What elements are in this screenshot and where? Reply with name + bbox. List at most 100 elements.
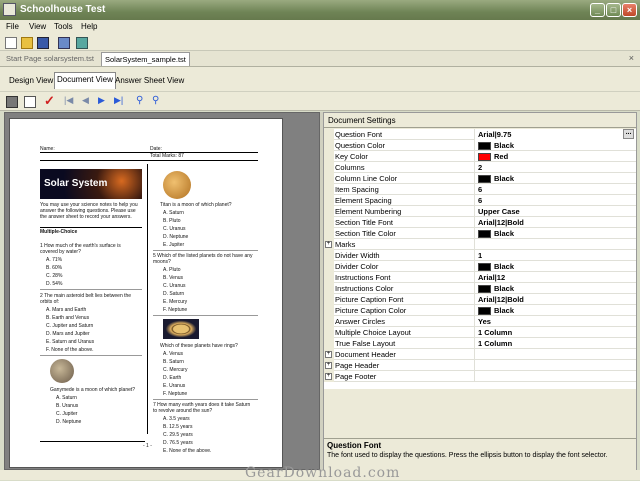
open-folder-icon[interactable] [21,37,33,49]
property-grid: Question Font Arial|9.75... Question Color… [324,129,636,389]
property-value-text: Black [494,284,515,293]
tab-answer-sheet-view[interactable]: Answer Sheet View [113,74,186,89]
first-page-icon[interactable]: |◀ [64,95,76,107]
property-row[interactable]: Answer Circles Yes [324,316,636,327]
answer-option: D. Neptune [163,234,189,240]
property-value[interactable]: 1 Column [474,338,636,349]
ellipsis-button[interactable]: ... [623,129,634,139]
last-page-icon[interactable]: ▶| [114,95,126,107]
property-value[interactable]: Yes [474,316,636,327]
tab-solarsystem-sample[interactable]: SolarSystem_sample.tst [101,52,190,66]
tab-solarsystem[interactable]: solarsystem.tst [44,54,94,63]
menu-help[interactable]: Help [81,22,97,31]
property-value-text: 1 [478,251,483,260]
property-value[interactable]: 6 [474,184,636,195]
answer-option: C. 29.5 years [163,432,193,438]
property-row[interactable]: Picture Caption Color Black [324,305,636,316]
property-value[interactable] [474,360,636,371]
zoom-in-icon[interactable]: ⚲ [136,95,148,107]
save-all-icon[interactable] [58,37,70,49]
property-value[interactable] [474,371,636,382]
property-row[interactable]: Picture Caption Font Arial|12|Bold [324,294,636,305]
answer-option: F. Neptune [163,391,188,397]
property-row[interactable]: Instructions Color Black [324,283,636,294]
property-row[interactable]: Element Numbering Upper Case [324,206,636,217]
property-name: Section Title Color [335,229,396,238]
property-value[interactable]: Black [474,228,636,239]
property-value-text: 6 [478,185,483,194]
new-file-icon[interactable] [5,37,17,49]
description-title: Question Font [327,441,382,450]
maximize-button[interactable]: □ [606,3,621,17]
property-value[interactable]: 6 [474,195,636,206]
property-row[interactable]: Question Font Arial|9.75... [324,129,636,140]
answer-option: C. Jupiter [56,411,78,417]
expand-icon[interactable]: + [325,351,332,358]
property-value[interactable]: 1 [474,250,636,261]
answer-option: D. 54% [46,281,63,287]
property-value[interactable]: Upper Case [474,206,636,217]
property-value[interactable]: Arial|12|Bold [474,294,636,305]
property-value[interactable]: Arial|9.75... [474,129,636,140]
property-value[interactable]: Red [474,151,636,162]
minimize-button[interactable]: _ [590,3,605,17]
property-value[interactable]: 1 Column [474,327,636,338]
property-row[interactable]: + Marks [324,239,636,250]
property-row[interactable]: Question Color Black [324,140,636,151]
property-value[interactable]: Arial|12 [474,272,636,283]
tab-start-page[interactable]: Start Page [6,54,41,63]
property-row[interactable]: Instructions Font Arial|12 [324,272,636,283]
checkmark-icon[interactable]: ✓ [44,94,56,107]
close-tab-icon[interactable]: × [629,53,634,63]
row-margin [324,228,334,239]
property-value[interactable]: 2 [474,162,636,173]
property-value[interactable]: Arial|12|Bold [474,217,636,228]
property-row[interactable]: Section Title Font Arial|12|Bold [324,217,636,228]
property-value[interactable] [474,349,636,360]
refresh-icon[interactable] [76,37,88,49]
question-4: Titan is a moon of which planet? [160,202,232,208]
answer-option: E. Jupiter [163,242,185,248]
property-value[interactable]: Black [474,283,636,294]
tab-document-view[interactable]: Document View [54,72,116,89]
property-row[interactable]: Item Spacing 6 [324,184,636,195]
save-icon[interactable] [37,37,49,49]
property-row[interactable]: Divider Width 1 [324,250,636,261]
property-row[interactable]: Key Color Red [324,151,636,162]
print-icon[interactable] [6,96,18,108]
property-value[interactable]: Black [474,305,636,316]
document-preview[interactable]: Name: Date: Total Marks: 87 Solar System… [4,112,320,470]
property-name: Page Header [335,361,380,370]
property-row[interactable]: Element Spacing 6 [324,195,636,206]
property-value[interactable] [474,239,636,250]
property-name: Question Font [335,130,383,139]
property-row[interactable]: + Page Header [324,360,636,371]
expand-icon[interactable]: + [325,373,332,380]
close-button[interactable]: × [622,3,637,17]
property-value[interactable]: Black [474,173,636,184]
property-value[interactable]: Black [474,140,636,151]
property-row[interactable]: + Page Footer [324,371,636,382]
prev-page-icon[interactable]: ◀ [82,95,94,107]
menu-tools[interactable]: Tools [54,22,73,31]
tab-design-view[interactable]: Design View [7,74,55,89]
property-row[interactable]: Section Title Color Black [324,228,636,239]
page-setup-icon[interactable] [24,96,36,108]
answer-option: D. 76.5 years [163,440,193,446]
property-row[interactable]: Column Line Color Black [324,173,636,184]
column-divider [147,164,148,434]
next-page-icon[interactable]: ▶ [98,95,110,107]
property-value[interactable]: Black [474,261,636,272]
expand-icon[interactable]: + [325,362,332,369]
menu-file[interactable]: File [6,22,19,31]
property-row[interactable]: True False Layout 1 Column [324,338,636,349]
section-title: Multiple-Choice [40,229,78,235]
property-row[interactable]: Divider Color Black [324,261,636,272]
property-name: Marks [335,240,356,249]
property-row[interactable]: Multiple Choice Layout 1 Column [324,327,636,338]
property-row[interactable]: Columns 2 [324,162,636,173]
property-row[interactable]: + Document Header [324,349,636,360]
zoom-out-icon[interactable]: ⚲ [152,95,164,107]
menu-view[interactable]: View [29,22,46,31]
expand-icon[interactable]: + [325,241,332,248]
